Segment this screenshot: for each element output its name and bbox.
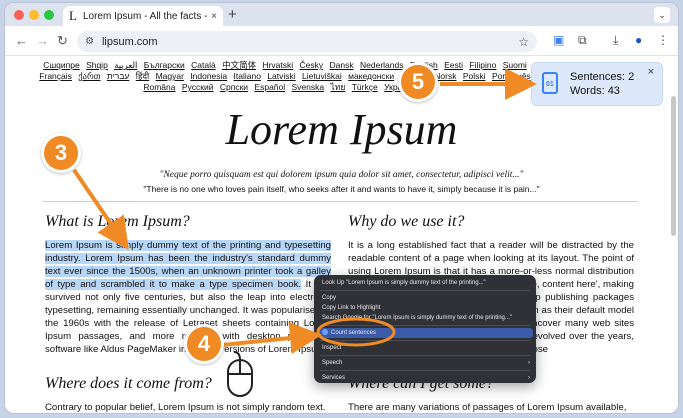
step-3-badge: 3 (41, 133, 81, 173)
step-5-badge: 5 (398, 62, 438, 102)
arrow-to-selection (72, 168, 129, 250)
highlight-ring (316, 317, 396, 347)
annotation-overlay (72, 68, 537, 397)
step-4-badge: 4 (184, 324, 224, 364)
mouse-icon (227, 351, 253, 397)
arrow-to-menu-item (221, 322, 322, 354)
